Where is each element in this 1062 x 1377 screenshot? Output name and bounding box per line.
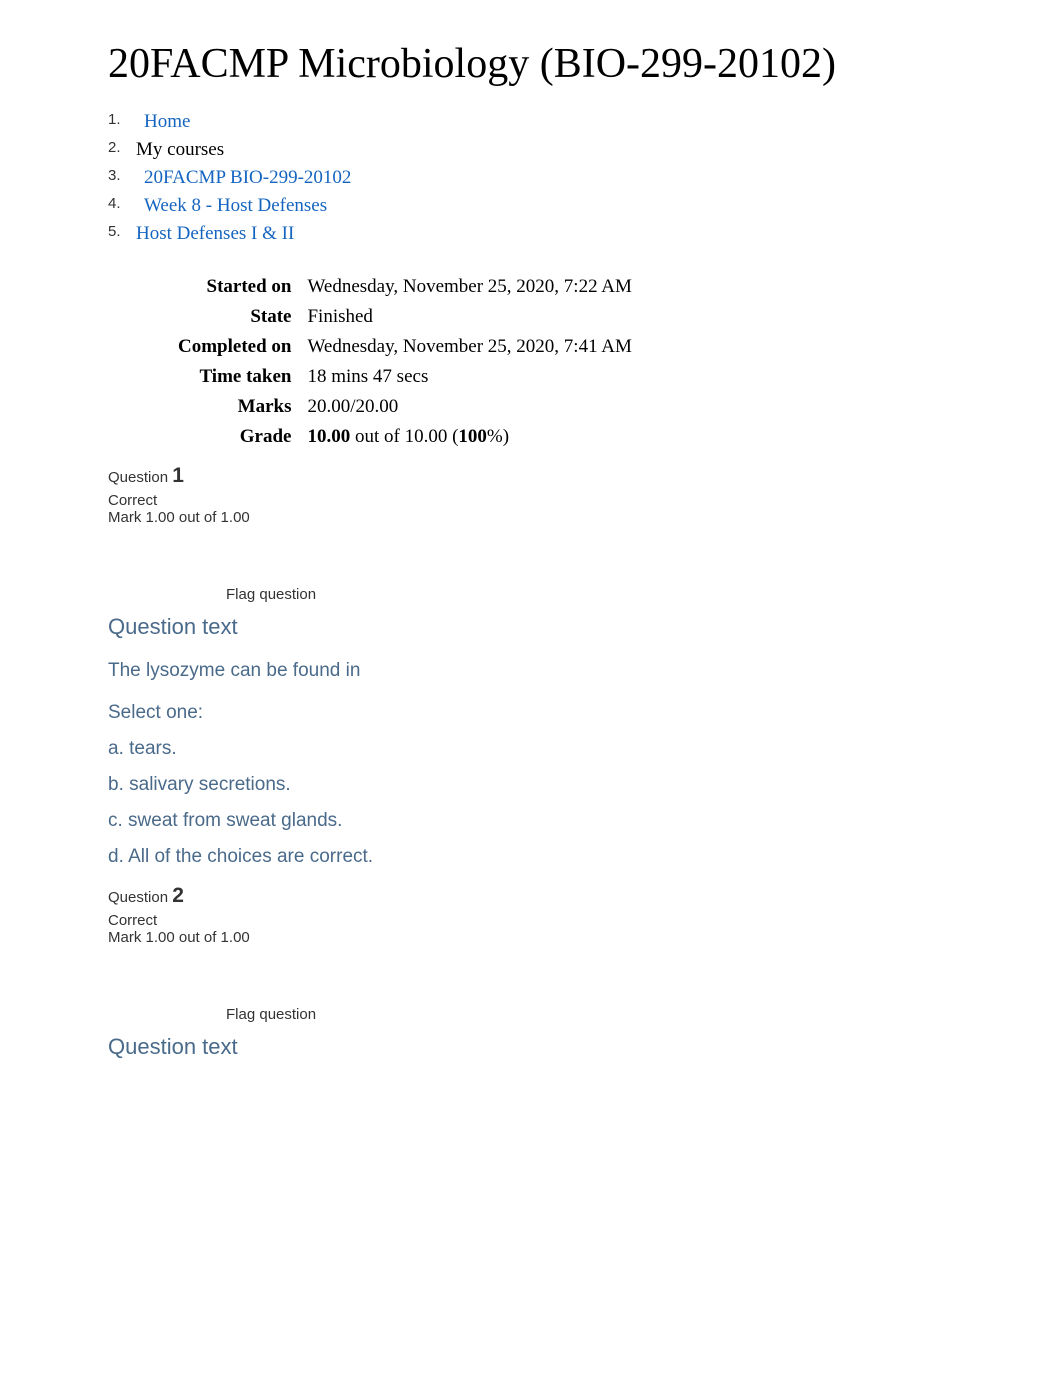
question-2: Question 2 Correct Mark 1.00 out of 1.00… [108, 884, 1022, 1060]
question-2-mark: Mark 1.00 out of 1.00 [108, 929, 1022, 946]
breadcrumb: Home My courses 20FACMP BIO-299-20102 We… [108, 108, 1022, 248]
question-1-mark: Mark 1.00 out of 1.00 [108, 509, 1022, 526]
question-1-option-c[interactable]: c. sweat from sweat glands. [108, 810, 1022, 832]
grade-value: 10.00 out of 10.00 (100%) [299, 422, 631, 452]
state-label: State [178, 302, 299, 332]
question-1-option-b[interactable]: b. salivary secretions. [108, 774, 1022, 796]
question-2-number: 2 [172, 884, 184, 907]
attempt-summary-table: Started on Wednesday, November 25, 2020,… [178, 272, 632, 452]
breadcrumb-link-activity[interactable]: Host Defenses I & II [136, 223, 294, 244]
question-word: Question [108, 469, 172, 486]
page-title: 20FACMP Microbiology (BIO-299-20102) [108, 40, 1022, 88]
breadcrumb-link-week[interactable]: Week 8 - Host Defenses [136, 195, 327, 216]
breadcrumb-item-activity: Host Defenses I & II [108, 220, 1022, 248]
marks-value: 20.00/20.00 [299, 392, 631, 422]
question-word: Question [108, 889, 172, 906]
question-1-status: Correct [108, 492, 1022, 509]
breadcrumb-item-week: Week 8 - Host Defenses [108, 192, 1022, 220]
started-on-label: Started on [178, 272, 299, 302]
question-2-status: Correct [108, 912, 1022, 929]
breadcrumb-item-home: Home [108, 108, 1022, 136]
grade-end: %) [487, 426, 509, 447]
question-1-flag-area: Flag question [108, 586, 1022, 604]
time-taken-value: 18 mins 47 secs [299, 362, 631, 392]
marks-label: Marks [178, 392, 299, 422]
select-one-label: Select one: [108, 702, 1022, 724]
question-2-header: Question 2 [108, 884, 1022, 908]
grade-percent: 100 [458, 426, 487, 447]
grade-label: Grade [178, 422, 299, 452]
breadcrumb-item-course: 20FACMP BIO-299-20102 [108, 164, 1022, 192]
question-text-heading: Question text [108, 614, 1022, 640]
flag-question-link[interactable]: Flag question [226, 586, 316, 603]
started-on-value: Wednesday, November 25, 2020, 7:22 AM [299, 272, 631, 302]
question-1-option-a[interactable]: a. tears. [108, 738, 1022, 760]
time-taken-label: Time taken [178, 362, 299, 392]
question-text-heading: Question text [108, 1034, 1022, 1060]
completed-on-label: Completed on [178, 332, 299, 362]
grade-earned: 10.00 [307, 426, 350, 447]
question-1: Question 1 Correct Mark 1.00 out of 1.00… [108, 464, 1022, 868]
breadcrumb-link-course[interactable]: 20FACMP BIO-299-20102 [136, 167, 351, 188]
state-value: Finished [299, 302, 631, 332]
question-1-header: Question 1 [108, 464, 1022, 488]
question-1-option-d[interactable]: d. All of the choices are correct. [108, 846, 1022, 868]
breadcrumb-item-mycourses: My courses [108, 136, 1022, 164]
question-1-number: 1 [172, 464, 184, 487]
question-2-flag-area: Flag question [108, 1006, 1022, 1024]
completed-on-value: Wednesday, November 25, 2020, 7:41 AM [299, 332, 631, 362]
question-1-prompt: The lysozyme can be found in [108, 660, 1022, 682]
flag-question-link[interactable]: Flag question [226, 1006, 316, 1023]
grade-mid: out of 10.00 ( [350, 426, 458, 447]
breadcrumb-link-home[interactable]: Home [136, 111, 190, 132]
